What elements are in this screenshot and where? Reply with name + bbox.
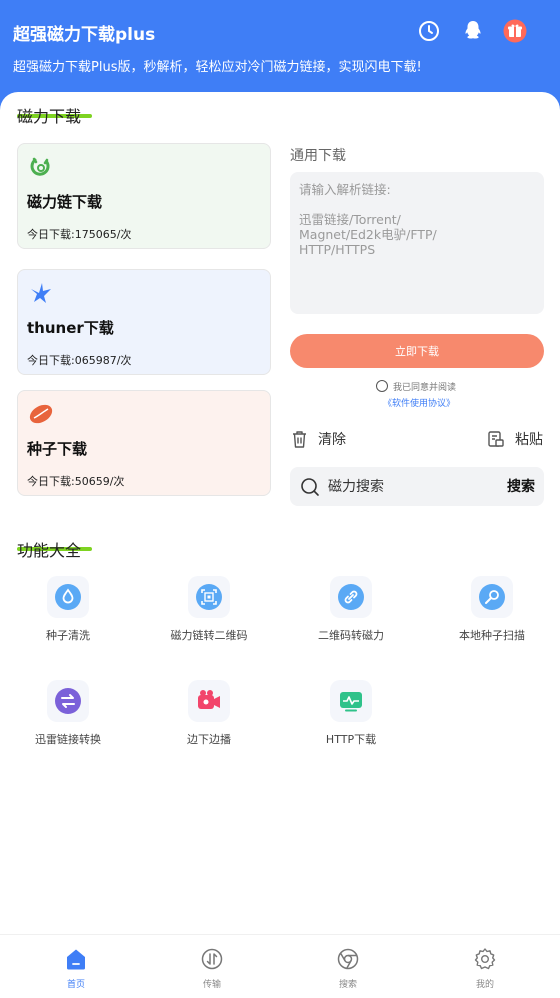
card-count: 今日下载:065987/次 [27, 354, 132, 367]
history-icon[interactable] [417, 19, 441, 43]
link-icon [330, 576, 372, 618]
trash-icon [293, 430, 306, 448]
search-input[interactable] [328, 476, 488, 498]
search-button[interactable]: 搜索 [507, 476, 535, 496]
agree-text: 我已同意并阅读 [393, 382, 457, 393]
thunder-bird-icon [28, 280, 54, 306]
feature-label: 本地种子扫描 [459, 629, 525, 642]
card-count: 今日下载:175065/次 [27, 228, 132, 241]
feature-label: HTTP下载 [325, 733, 377, 746]
gift-icon[interactable] [503, 19, 527, 43]
section-title-magnet: 磁力下载 [17, 107, 82, 126]
app-subtitle: 超强磁力下载Plus版，秒解析，轻松应对冷门磁力链接，实现闪电下载! [13, 60, 422, 75]
feature-play-while-download[interactable]: 边下边播 [139, 680, 279, 760]
feature-qr-to-magnet[interactable]: 二维码转磁力 [281, 576, 421, 656]
nav-label: 我的 [475, 980, 494, 990]
settings-icon [473, 947, 497, 971]
nav-home[interactable]: 首页 [6, 935, 146, 998]
paste-icon [488, 431, 504, 447]
convert-icon [47, 680, 89, 722]
bottom-nav: 首页 传输 搜索 我的 [0, 934, 560, 998]
qq-icon[interactable] [461, 19, 485, 43]
feature-label: 二维码转磁力 [318, 629, 384, 642]
nav-transfer[interactable]: 传输 [142, 935, 282, 998]
general-download-label: 通用下载 [290, 148, 346, 164]
qr-code-icon [188, 576, 230, 618]
download-now-button[interactable]: 立即下载 [290, 334, 544, 368]
agreement-link[interactable]: 《软件使用协议》 [383, 396, 455, 409]
link-input[interactable] [290, 172, 544, 314]
home-icon [64, 947, 88, 971]
seed-wash-icon [47, 576, 89, 618]
paste-label: 粘贴 [515, 432, 543, 448]
clear-button[interactable]: 清除 [291, 428, 346, 450]
nav-label: 首页 [66, 980, 85, 990]
nav-label: 搜索 [338, 980, 357, 990]
nav-label: 传输 [202, 980, 221, 990]
feature-label: 磁力链转二维码 [170, 629, 248, 642]
seed-download-card[interactable]: 种子下载 今日下载:50659/次 [17, 390, 271, 496]
app-title: 超强磁力下载plus [13, 25, 156, 45]
paste-button[interactable]: 粘贴 [487, 428, 543, 450]
http-icon [330, 680, 372, 722]
thunder-download-card[interactable]: thuner下载 今日下载:065987/次 [17, 269, 271, 375]
card-title: 磁力链下载 [27, 193, 103, 211]
magnet-icon [28, 154, 54, 180]
video-icon [188, 680, 230, 722]
search-icon [300, 477, 320, 497]
feature-label: 种子清洗 [46, 629, 90, 642]
feature-magnet-to-qr[interactable]: 磁力链转二维码 [139, 576, 279, 656]
feature-thunder-convert[interactable]: 迅雷链接转换 [0, 680, 138, 760]
nav-mine[interactable]: 我的 [415, 935, 555, 998]
card-title: thuner下载 [27, 319, 114, 337]
browser-icon [336, 947, 360, 971]
feature-seed-wash[interactable]: 种子清洗 [0, 576, 138, 656]
seed-icon [28, 401, 54, 427]
feature-http-download[interactable]: HTTP下载 [281, 680, 421, 760]
card-title: 种子下载 [27, 440, 88, 458]
agreement-row: 我已同意并阅读 [376, 379, 456, 393]
section-title-features: 功能大全 [17, 541, 82, 560]
magnet-download-card[interactable]: 磁力链下载 今日下载:175065/次 [17, 143, 271, 249]
agree-radio[interactable] [376, 380, 388, 392]
card-count: 今日下载:50659/次 [27, 475, 125, 488]
magnet-search-bar: 搜索 [290, 467, 544, 506]
local-scan-icon [471, 576, 513, 618]
feature-label: 迅雷链接转换 [35, 733, 101, 746]
clear-label: 清除 [318, 432, 346, 448]
feature-local-seed-scan[interactable]: 本地种子扫描 [422, 576, 560, 656]
feature-label: 边下边播 [187, 733, 231, 746]
transfer-icon [200, 947, 224, 971]
nav-search[interactable]: 搜索 [278, 935, 418, 998]
